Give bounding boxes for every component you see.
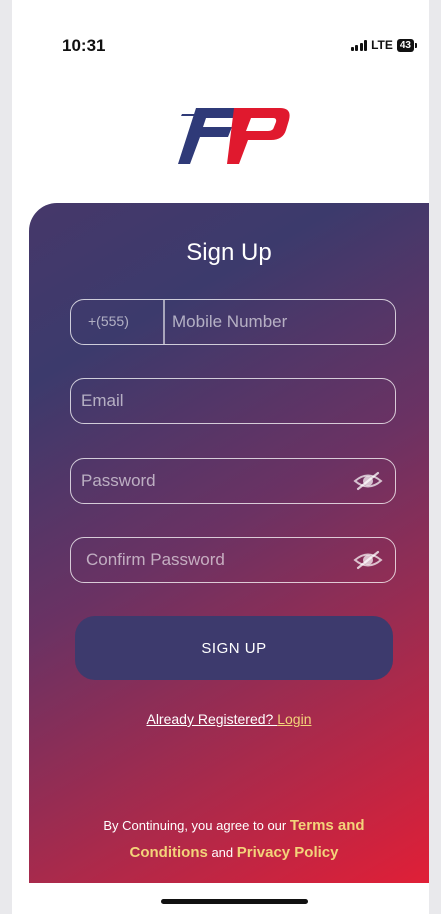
privacy-policy-link[interactable]: Privacy Policy: [237, 844, 339, 861]
confirm-password-input[interactable]: [86, 538, 341, 582]
signup-card: Sign Up +(555) Mobile Number Email SIGN …: [29, 203, 429, 883]
country-code[interactable]: +(555): [88, 300, 129, 343]
field-divider: [163, 300, 165, 344]
terms-and: and: [207, 845, 237, 860]
password-field: [70, 458, 396, 504]
password-input[interactable]: [81, 459, 341, 503]
mobile-number-input[interactable]: [172, 300, 382, 344]
already-registered-text: Already Registered?: [146, 711, 278, 727]
status-indicators: LTE 43: [350, 38, 417, 52]
phone-screen: 10:31 LTE 43 Sign Up +(555) Mobile Numbe…: [12, 0, 429, 914]
signal-icon: [350, 39, 368, 51]
sign-up-button[interactable]: SIGN UP: [75, 616, 393, 680]
mobile-field: +(555): [70, 299, 396, 345]
terms-prefix: By Continuing, you agree to our: [103, 818, 290, 833]
login-link[interactable]: Login: [277, 711, 311, 727]
network-type: LTE: [371, 38, 393, 52]
fp-logo: [178, 108, 290, 164]
eye-off-icon[interactable]: [353, 548, 383, 572]
page-title: Sign Up: [186, 239, 272, 266]
email-input[interactable]: [81, 379, 381, 423]
status-time: 10:31: [62, 36, 106, 55]
eye-off-icon[interactable]: [353, 469, 383, 493]
confirm-password-field: [70, 537, 396, 583]
battery-icon: 43: [396, 38, 417, 52]
battery-level: 43: [396, 38, 414, 52]
already-registered: Already Registered? Login: [29, 711, 429, 727]
terms-notice: By Continuing, you agree to our Terms an…: [69, 812, 399, 866]
home-indicator[interactable]: [161, 899, 308, 904]
email-field: [70, 378, 396, 424]
